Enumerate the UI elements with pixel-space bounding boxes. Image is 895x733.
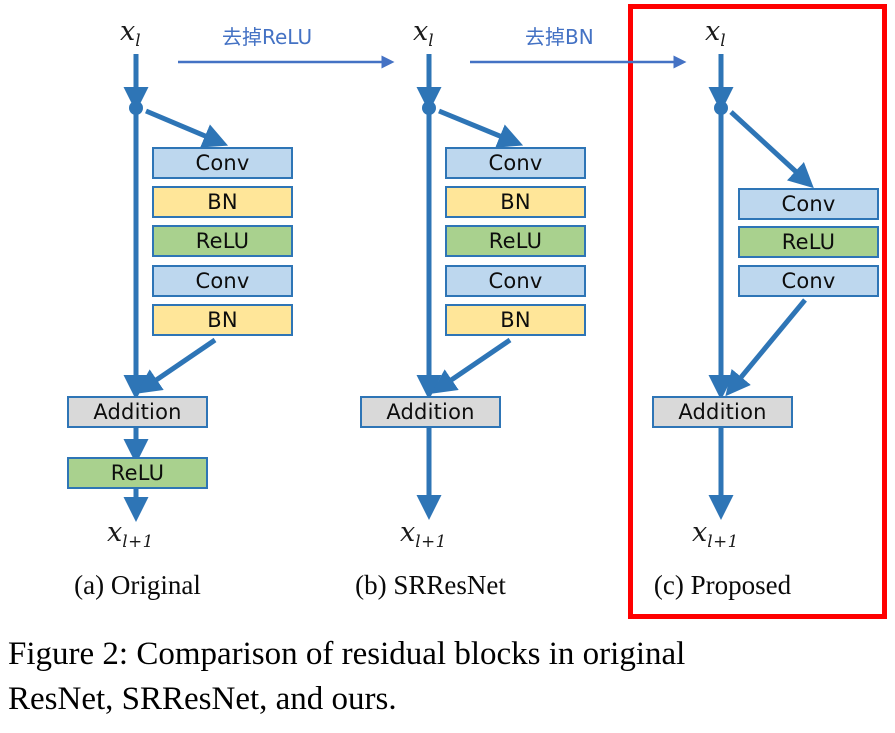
column-a-input-var: x — [120, 16, 136, 47]
proposed-highlight-box — [628, 4, 887, 619]
column-a-output-label: xl+1 — [107, 519, 154, 550]
block-a-conv-2: Conv — [152, 265, 293, 297]
block-c-conv-2: Conv — [738, 265, 879, 297]
block-a-relu-out: ReLU — [67, 457, 208, 489]
column-c-output-subscript: l+1 — [707, 530, 739, 551]
block-c-conv-1: Conv — [738, 188, 879, 220]
figure-caption-line-1: Figure 2: Comparison of residual blocks … — [8, 636, 686, 672]
column-b-caption: (b) SRResNet — [355, 570, 506, 600]
figure-canvas: 去掉ReLU 去掉BN xl Conv BN ReLU Conv BN Addi… — [0, 0, 895, 733]
block-c-relu-1: ReLU — [738, 226, 879, 258]
block-b-conv-1: Conv — [445, 147, 586, 179]
block-b-bn-2: BN — [445, 304, 586, 336]
block-c-addition: Addition — [652, 396, 793, 428]
block-a-conv-1: Conv — [152, 147, 293, 179]
column-c-input-subscript: l — [720, 29, 727, 50]
column-a-input-label: xl — [120, 18, 141, 49]
column-a-output-var: x — [107, 517, 123, 548]
column-b-output-subscript: l+1 — [415, 530, 447, 551]
column-a-caption: (a) Original — [74, 570, 201, 600]
block-a-bn-2: BN — [152, 304, 293, 336]
block-b-addition: Addition — [360, 396, 501, 428]
column-b-output-label: xl+1 — [400, 519, 447, 550]
column-c-output-label: xl+1 — [692, 519, 739, 550]
column-a-output-subscript: l+1 — [122, 530, 154, 551]
figure-caption: Figure 2: Comparison of residual blocks … — [8, 632, 888, 722]
column-c-output-var: x — [692, 517, 708, 548]
block-b-bn-1: BN — [445, 186, 586, 218]
column-c-caption: (c) Proposed — [653, 570, 792, 600]
figure-caption-line-2: ResNet, SRResNet, and ours. — [8, 680, 397, 717]
column-b-output-var: x — [400, 517, 416, 548]
transition-label-remove-bn: 去掉BN — [525, 25, 594, 49]
column-b-input-subscript: l — [428, 29, 435, 50]
column-b-input-var: x — [413, 16, 429, 47]
column-c-input-label: xl — [705, 18, 726, 49]
block-b-conv-2: Conv — [445, 265, 586, 297]
block-b-relu-1: ReLU — [445, 225, 586, 257]
column-c-input-var: x — [705, 16, 721, 47]
column-b-input-label: xl — [413, 18, 434, 49]
column-a-input-subscript: l — [135, 29, 142, 50]
transition-label-remove-relu: 去掉ReLU — [222, 25, 313, 49]
block-a-addition: Addition — [67, 396, 208, 428]
block-a-relu-1: ReLU — [152, 225, 293, 257]
block-a-bn-1: BN — [152, 186, 293, 218]
